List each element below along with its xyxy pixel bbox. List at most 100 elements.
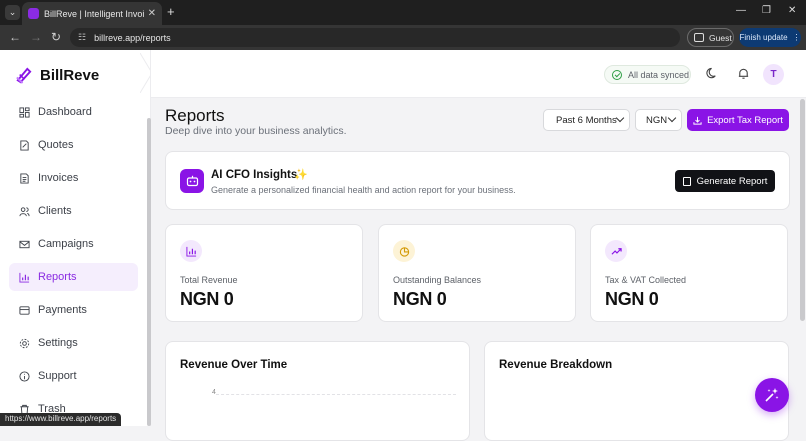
page-scrollbar[interactable] <box>800 99 805 321</box>
finish-update-label: Finish update <box>739 33 788 42</box>
stat-value: NGN 0 <box>180 289 234 309</box>
dark-mode-icon[interactable] <box>706 67 719 80</box>
sidebar-item-clients[interactable]: Clients <box>9 197 138 225</box>
sidebar-item-dashboard[interactable]: Dashboard <box>9 98 138 126</box>
stat-label: Tax & VAT Collected <box>605 275 687 285</box>
sidebar-item-label: Clients <box>38 205 72 217</box>
finish-update-button[interactable]: Finish update ⋮ <box>739 28 801 47</box>
mail-icon <box>19 240 30 248</box>
brand-logo[interactable]: BillReve <box>14 66 99 85</box>
stat-card-tax-vat: Tax & VAT Collected NGN 0 <box>590 224 788 322</box>
sidebar-item-label: Dashboard <box>38 106 92 118</box>
ai-cfo-title: AI CFO Insights <box>211 169 298 181</box>
favicon-icon <box>28 8 39 19</box>
check-circle-icon <box>612 69 622 80</box>
chevron-down-icon <box>667 113 677 123</box>
brand-name: BillReve <box>40 67 100 84</box>
export-tax-report-button[interactable]: Export Tax Report <box>687 109 789 131</box>
invoice-icon <box>20 172 29 184</box>
generate-report-button[interactable]: Generate Report <box>675 170 775 192</box>
chart-gridline <box>216 394 456 395</box>
sidebar-item-label: Support <box>38 370 77 382</box>
info-icon <box>19 370 30 382</box>
chevron-down-icon <box>615 113 625 123</box>
address-bar[interactable]: ☷ billreve.app/reports <box>70 28 680 47</box>
gear-icon <box>19 338 30 348</box>
sidebar-item-label: Invoices <box>38 172 79 184</box>
restore-icon[interactable]: ❐ <box>762 5 771 16</box>
download-icon <box>693 116 702 125</box>
stat-value: NGN 0 <box>393 289 447 309</box>
sidebar-item-reports[interactable]: Reports <box>9 263 138 291</box>
dashboard-icon <box>19 106 30 118</box>
billreve-logo-icon <box>16 67 32 84</box>
trend-up-icon <box>605 240 627 262</box>
main-content: Reports Deep dive into your business ana… <box>151 99 806 441</box>
page-subtitle: Deep dive into your business analytics. <box>165 125 347 137</box>
bell-icon[interactable] <box>737 67 750 80</box>
users-icon <box>19 206 30 216</box>
currency-select-value: NGN <box>646 114 668 126</box>
stat-card-total-revenue: Total Revenue NGN 0 <box>165 224 363 322</box>
sidebar-item-campaigns[interactable]: Campaigns <box>9 230 138 258</box>
page-title: Reports <box>165 106 225 125</box>
sidebar-item-settings[interactable]: Settings <box>9 329 138 357</box>
link-status-bar: https://www.billreve.app/reports <box>0 413 122 426</box>
bar-chart-icon <box>19 272 30 283</box>
browser-tab-bar: ⌄ BillReve | Intelligent Invoicing & ...… <box>0 0 806 25</box>
sync-status-badge: All data synced <box>604 65 691 84</box>
profile-icon <box>694 33 704 42</box>
minimize-icon[interactable]: — <box>736 5 746 16</box>
back-icon[interactable]: ← <box>9 31 21 43</box>
sync-status-text: All data synced <box>628 69 690 80</box>
stat-card-outstanding-balances: Outstanding Balances NGN 0 <box>378 224 576 322</box>
wallet-icon <box>19 305 30 315</box>
ai-cfo-description: Generate a personalized financial health… <box>211 185 516 195</box>
close-window-icon[interactable]: ✕ <box>788 5 796 16</box>
ai-assistant-button[interactable] <box>755 378 789 412</box>
generate-report-label: Generate Report <box>696 175 768 187</box>
browser-tab[interactable]: BillReve | Intelligent Invoicing & ... ✕ <box>22 2 162 25</box>
sidebar-item-label: Quotes <box>38 139 74 151</box>
sidebar-item-payments[interactable]: Payments <box>9 296 138 324</box>
stat-label: Total Revenue <box>180 275 238 285</box>
new-tab-icon[interactable]: + <box>167 4 175 19</box>
chart-title: Revenue Breakdown <box>499 359 613 371</box>
sidebar-item-invoices[interactable]: Invoices <box>9 164 138 192</box>
sidebar-item-support[interactable]: Support <box>9 362 138 390</box>
export-label: Export Tax Report <box>707 114 783 126</box>
magic-wand-icon <box>765 388 779 402</box>
chart-title: Revenue Over Time <box>180 359 288 371</box>
guest-profile-button[interactable]: Guest <box>687 28 734 47</box>
quote-icon <box>20 139 29 151</box>
sidebar-menu: Dashboard Quotes Invoices Clients Campai… <box>9 98 138 428</box>
revenue-over-time-card: Revenue Over Time 4 <box>165 341 470 441</box>
sidebar-item-label: Campaigns <box>38 238 94 250</box>
reload-icon[interactable]: ↻ <box>51 31 61 43</box>
bar-chart-icon <box>180 240 202 262</box>
sidebar-item-label: Payments <box>38 304 87 316</box>
sidebar-item-label: Reports <box>38 271 77 283</box>
tab-title: BillReve | Intelligent Invoicing & ... <box>44 8 144 19</box>
browser-toolbar: ← → ↻ ☷ billreve.app/reports Guest Finis… <box>0 25 806 50</box>
sparkles-icon: ✨ <box>294 169 308 181</box>
file-icon <box>682 176 691 186</box>
tab-search-icon[interactable]: ⌄ <box>5 5 20 20</box>
revenue-breakdown-card: Revenue Breakdown <box>484 341 789 441</box>
url-text: billreve.app/reports <box>94 32 171 43</box>
sidebar: BillReve Dashboard Quotes Invoices Clien… <box>0 50 153 428</box>
sidebar-item-label: Settings <box>38 337 78 349</box>
stat-value: NGN 0 <box>605 289 659 309</box>
guest-label: Guest <box>709 32 732 43</box>
top-header: All data synced T <box>151 50 806 98</box>
currency-select[interactable]: NGN <box>635 109 682 131</box>
forward-icon[interactable]: → <box>30 31 42 43</box>
close-tab-icon[interactable]: ✕ <box>148 8 156 19</box>
stat-label: Outstanding Balances <box>393 275 482 285</box>
ai-bot-icon <box>180 169 204 193</box>
pie-chart-icon <box>393 240 415 262</box>
site-settings-icon[interactable]: ☷ <box>78 32 86 43</box>
period-select[interactable]: Past 6 Months <box>543 109 630 131</box>
sidebar-item-quotes[interactable]: Quotes <box>9 131 138 159</box>
avatar[interactable]: T <box>763 64 784 85</box>
